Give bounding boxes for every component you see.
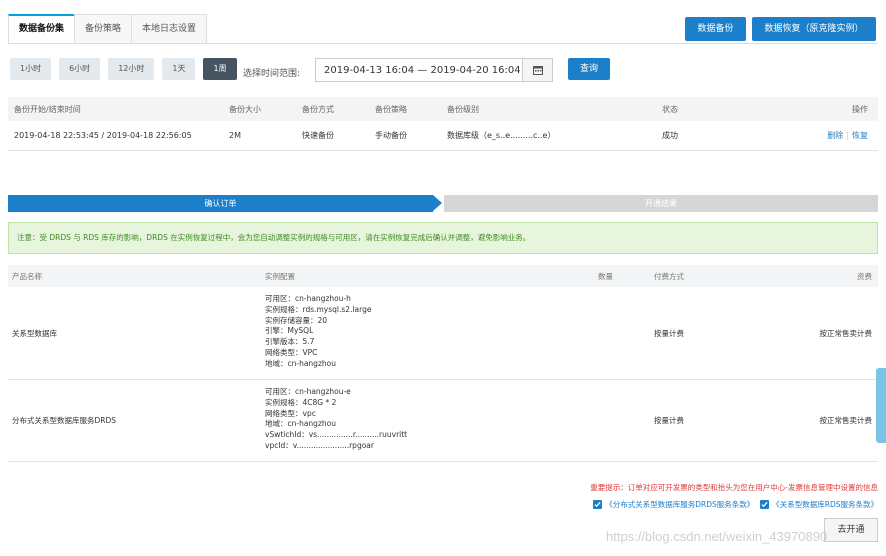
calendar-icon[interactable] [522,59,552,81]
config-line: 地域：cn-hangzhou [265,358,336,368]
col-instance-config: 实例配置 [265,271,295,281]
col-backup-time: 备份开始/结束时间 [14,104,81,114]
table-row: 关系型数据库 可用区：cn-hangzhou-h 实例规格：rds.mysql.… [8,287,878,380]
config-line: vSwtichId：vs...............r..........ru… [265,430,408,440]
backup-method: 快速备份 [302,131,334,140]
table-row: 2019-04-18 22:53:45 / 2019-04-18 22:56:0… [8,121,878,151]
product-name: 分布式关系型数据库服务DRDS [12,416,117,425]
date-range-picker[interactable]: 2019-04-13 16:04 — 2019-04-20 16:04 [315,58,553,82]
delete-link[interactable]: 删除 [827,130,843,141]
query-button[interactable]: 查询 [568,58,610,80]
payment-method: 按量计费 [654,416,684,425]
backup-size: 2M [229,131,241,140]
range-12h-button[interactable]: 12小时 [108,58,155,80]
config-line: 实例规格：4C8G * 2 [265,397,337,407]
col-product-name: 产品名称 [12,271,42,281]
tab-backup-sets[interactable]: 数据备份集 [8,14,76,43]
instance-config: 可用区：cn-hangzhou-e 实例规格：4C8G * 2 网络类型：vpc… [265,387,407,452]
open-service-button[interactable]: 去开通 [824,518,878,542]
config-line: vpcId：v......................rpgoar [265,440,374,450]
rds-terms-link[interactable]: 《关系型数据库RDS服务条款》 [772,499,878,510]
data-restore-button[interactable]: 数据恢复（原克隆实例） [752,17,876,41]
notice-banner: 注意：受 DRDS 与 RDS 库存的影响，DRDS 在实例恢复过程中，会为您自… [8,222,878,254]
backup-level: 数据库级（e_s..e.........c..e） [447,131,556,140]
agreements: 《分布式关系型数据库服务DRDS服务条款》 《关系型数据库RDS服务条款》 [587,499,878,510]
backup-time: 2019-04-18 22:53:45 / 2019-04-18 22:56:0… [14,131,192,140]
col-payment: 付费方式 [654,271,684,281]
payment-method: 按量计费 [654,328,684,338]
time-range-label: 选择时间范围: [243,69,301,79]
backup-policy: 手动备份 [375,131,407,140]
backup-table: 备份开始/结束时间 备份大小 备份方式 备份策略 备份级别 状态 操作 2019… [8,97,878,151]
time-range-buttons: 1小时 6小时 12小时 1天 1周 [10,58,245,82]
range-6h-button[interactable]: 6小时 [59,58,101,80]
config-line: 引擎版本：5.7 [265,337,315,347]
drds-terms-link[interactable]: 《分布式关系型数据库服务DRDS服务条款》 [605,499,754,510]
fee: 按正常售卖计费 [819,416,873,425]
side-feedback-tab[interactable] [876,368,886,443]
col-actions: 操作 [852,104,868,114]
data-backup-button[interactable]: 数据备份 [685,17,746,41]
tab-local-log-settings[interactable]: 本地日志设置 [131,14,208,43]
range-1d-button[interactable]: 1天 [162,58,196,80]
watermark: https://blog.csdn.net/weixin_43970890 [606,529,828,544]
checkbox-drds-terms[interactable] [593,500,603,509]
range-1h-button[interactable]: 1小时 [10,58,52,80]
backup-status: 成功 [662,131,678,140]
order-table-header: 产品名称 实例配置 数量 付费方式 资费 [8,265,878,287]
col-status: 状态 [662,104,678,114]
tab-backup-policy[interactable]: 备份策略 [74,14,133,43]
table-row: 分布式关系型数据库服务DRDS 可用区：cn-hangzhou-e 实例规格：4… [8,380,878,462]
range-1w-button[interactable]: 1周 [203,58,237,80]
col-backup-size: 备份大小 [229,104,261,114]
checkbox-rds-terms[interactable] [760,500,770,509]
instance-config: 可用区：cn-hangzhou-h 实例规格：rds.mysql.s2.larg… [265,294,371,370]
product-name: 关系型数据库 [12,328,57,338]
config-line: 引擎：MySQL [265,326,314,336]
tab-divider [8,43,878,44]
col-backup-policy: 备份策略 [375,104,407,114]
step-confirm-order: 确认订单 [8,195,433,212]
row-actions: 删除 | 恢复 [827,121,868,150]
config-line: 可用区：cn-hangzhou-e [265,387,351,396]
action-separator: | [846,131,849,140]
date-range-value: 2019-04-13 16:04 — 2019-04-20 16:04 [324,64,521,76]
config-line: 网络类型：vpc [265,408,316,418]
important-note: 重要提示：订单对应可开发票的类型和抬头为您在用户中心-发票信息管理中设置的信息 [590,483,878,492]
col-backup-method: 备份方式 [302,104,334,114]
step-open-result: 开通结果 [444,195,878,212]
config-line: 实例存储容量：20 [265,315,328,325]
col-backup-level: 备份级别 [447,104,479,114]
step-arrow [433,195,442,211]
config-line: 实例规格：rds.mysql.s2.large [265,304,372,314]
restore-link[interactable]: 恢复 [852,130,868,141]
config-line: 网络类型：VPC [265,347,318,357]
backup-table-header: 备份开始/结束时间 备份大小 备份方式 备份策略 备份级别 状态 操作 [8,97,878,121]
tab-bar: 数据备份集 备份策略 本地日志设置 [8,14,208,44]
order-table: 产品名称 实例配置 数量 付费方式 资费 关系型数据库 可用区：cn-hangz… [8,265,878,462]
col-fee: 资费 [857,271,872,281]
col-quantity: 数量 [598,271,613,281]
config-line: 可用区：cn-hangzhou-h [265,294,351,303]
config-line: 地域：cn-hangzhou [265,419,336,429]
fee: 按正常售卖计费 [819,328,873,338]
order-steps: 确认订单 开通结果 [8,195,878,212]
